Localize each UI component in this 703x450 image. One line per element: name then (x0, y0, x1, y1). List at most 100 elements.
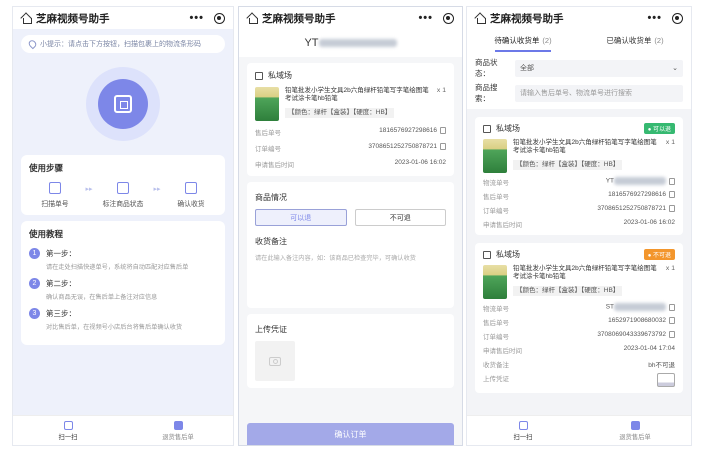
tip-banner: 小提示：请点击下方按钮，扫描包裹上的物流条形码 (21, 35, 225, 53)
tab-label: 扫一扫 (513, 433, 533, 441)
order-card[interactable]: 私域场 ● 可以退 铅笔批发小学生文具2b六角绿杆铅笔写字笔绘图笔考试涂卡笔hb… (475, 117, 683, 235)
product-name: 铅笔批发小学生文具2b六角绿杆铅笔写字笔绘图笔考试涂卡笔hb铅笔 (513, 139, 657, 155)
tab-confirmed[interactable]: 已确认收货单 (2) (579, 29, 691, 52)
tab-label: 已确认收货单 (606, 36, 652, 45)
field-value: bh不可退 (648, 362, 675, 369)
step-label: 标注商品状态 (102, 201, 144, 208)
product-spec: 【颜色：绿杆【盒装】【硬度：HB】 (285, 107, 395, 119)
step-title: 第三步： (46, 309, 76, 318)
field-label: 物流单号 (483, 180, 509, 187)
copy-icon[interactable] (669, 177, 675, 185)
shop-name: 私域场 (268, 71, 292, 80)
title-bar: 芝麻视频号助手 ••• (13, 7, 233, 29)
close-miniapp-icon[interactable] (672, 12, 683, 24)
tab-scan[interactable]: 扫一扫 (13, 416, 123, 445)
redacted-number (614, 303, 666, 311)
filter-panel: 商品状态： 全部 ⌄ 商品搜索： 请输入售后单号、物流单号进行搜索 (467, 52, 691, 109)
tag-icon (117, 182, 129, 194)
not-returnable-button[interactable]: 不可退 (354, 209, 446, 226)
proof-title: 上传凭证 (255, 325, 287, 334)
tab-scan[interactable]: 扫一扫 (467, 416, 579, 445)
home-icon[interactable] (247, 13, 258, 24)
chevron-down-icon: ⌄ (672, 65, 678, 72)
field-label: 物流单号 (483, 306, 509, 313)
shop-name: 私域场 (496, 250, 520, 259)
field-value: 3708651252750878721 (368, 143, 437, 151)
field-label: 申请售后时间 (483, 222, 522, 229)
field-label: 售后单号 (483, 194, 509, 201)
status-value: 全部 (520, 65, 534, 72)
product-thumbnail (483, 265, 507, 299)
proof-card: 上传凭证 (247, 314, 454, 388)
condition-card: 商品情况 可以退 不可退 收货备注 请在此输入备注内容，如：该商品已检查完毕，可… (247, 182, 454, 308)
copy-icon[interactable] (669, 303, 675, 311)
copy-icon[interactable] (669, 331, 675, 338)
upload-photo-button[interactable] (255, 341, 295, 381)
tab-label: 退货售后单 (162, 433, 194, 441)
scan-button[interactable] (86, 67, 160, 141)
tab-label: 扫一扫 (58, 433, 78, 441)
status-select[interactable]: 全部 ⌄ (515, 59, 683, 77)
field-value: 2023-01-06 16:02 (394, 159, 446, 166)
close-miniapp-icon[interactable] (214, 12, 225, 24)
tab-aftersale[interactable]: 退货售后单 (579, 416, 691, 445)
app-title: 芝麻视频号助手 (262, 12, 336, 25)
field-label: 订单编号 (483, 334, 509, 341)
search-input[interactable]: 请输入售后单号、物流单号进行搜索 (515, 84, 683, 102)
product-spec: 【颜色：绿杆【盒装】【硬度：HB】 (513, 285, 623, 297)
status-tabs: 待确认收货单 (2) 已确认收货单 (2) (467, 29, 691, 52)
step-label: 确认收货 (177, 201, 205, 208)
redacted-number (614, 177, 666, 185)
remark-textarea[interactable]: 请在此输入备注内容，如：该商品已检查完毕，可确认收货 (255, 253, 446, 301)
close-miniapp-icon[interactable] (443, 12, 454, 24)
tutorial-step: 3 第三步： 对比售后单，在视频号小店后台将售后单确认收货 (29, 308, 217, 331)
title-bar: 芝麻视频号助手 ••• (239, 7, 462, 29)
field-value: 2023-01-06 16:02 (623, 219, 675, 226)
field-value: 1652971908680032 (608, 317, 666, 325)
more-menu-icon[interactable]: ••• (189, 12, 204, 24)
scan-screen: 芝麻视频号助手 ••• 小提示：请点击下方按钮，扫描包裹上的物流条形码 使用步骤… (12, 6, 234, 446)
home-icon[interactable] (475, 13, 486, 24)
tutorial-step: 2 第二步： 确认商品无误，在售后单上备注对应信息 (29, 278, 217, 301)
search-label: 商品搜索： (475, 83, 498, 103)
step-confirm: 确认收货 (165, 182, 217, 208)
step-title: 第二步： (46, 279, 76, 288)
steps-card: 使用步骤 扫描单号 ▸▸ 标注商品状态 ▸▸ 确认收货 (21, 155, 225, 215)
copy-icon[interactable] (669, 191, 675, 198)
step-number: 2 (29, 278, 40, 289)
field-label: 申请售后时间 (483, 348, 522, 355)
order-card[interactable]: 私域场 ● 不可退 铅笔批发小学生文具2b六角绿杆铅笔写字笔绘图笔考试涂卡笔hb… (475, 243, 683, 393)
field-label: 售后单号 (255, 130, 281, 137)
copy-icon[interactable] (669, 205, 675, 212)
shop-icon (483, 124, 491, 133)
home-icon[interactable] (21, 13, 32, 24)
more-menu-icon[interactable]: ••• (647, 12, 662, 24)
search-placeholder: 请输入售后单号、物流单号进行搜索 (520, 90, 632, 97)
step-label: 扫描单号 (41, 201, 69, 208)
bottom-tabbar: 扫一扫 退货售后单 (467, 415, 691, 445)
copy-icon[interactable] (440, 143, 446, 150)
tab-label: 待确认收货单 (494, 36, 540, 45)
steps-title: 使用步骤 (29, 163, 64, 173)
tab-pending[interactable]: 待确认收货单 (2) (467, 29, 579, 52)
location-pin-icon (27, 38, 38, 50)
product-qty: x 1 (665, 139, 675, 146)
confirm-order-button[interactable]: 确认订单 (247, 423, 454, 445)
detail-screen: 芝麻视频号助手 ••• YT 私域场 铅笔批发小学生文具2b六角绿杆铅笔写字笔绘… (238, 6, 463, 446)
apply-time-row: 申请售后时间 2023-01-06 16:02 (255, 159, 446, 169)
step-desc: 请在走处扫描快递单号，系统将自动匹配对应售后单 (46, 264, 189, 271)
condition-title: 商品情况 (255, 193, 287, 202)
more-menu-icon[interactable]: ••• (418, 12, 433, 24)
scan-icon (49, 182, 61, 194)
step-number: 1 (29, 248, 40, 259)
tab-aftersale[interactable]: 退货售后单 (123, 416, 233, 445)
returnable-button[interactable]: 可以退 (255, 209, 347, 226)
proof-thumbnail[interactable] (657, 373, 675, 387)
product-thumbnail (255, 87, 279, 121)
field-label: 售后单号 (483, 320, 509, 327)
app-title: 芝麻视频号助手 (490, 12, 564, 25)
bottom-tabbar: 扫一扫 退货售后单 (13, 415, 233, 445)
product-qty: x 1 (665, 265, 675, 272)
copy-icon[interactable] (440, 127, 446, 134)
copy-icon[interactable] (669, 317, 675, 324)
